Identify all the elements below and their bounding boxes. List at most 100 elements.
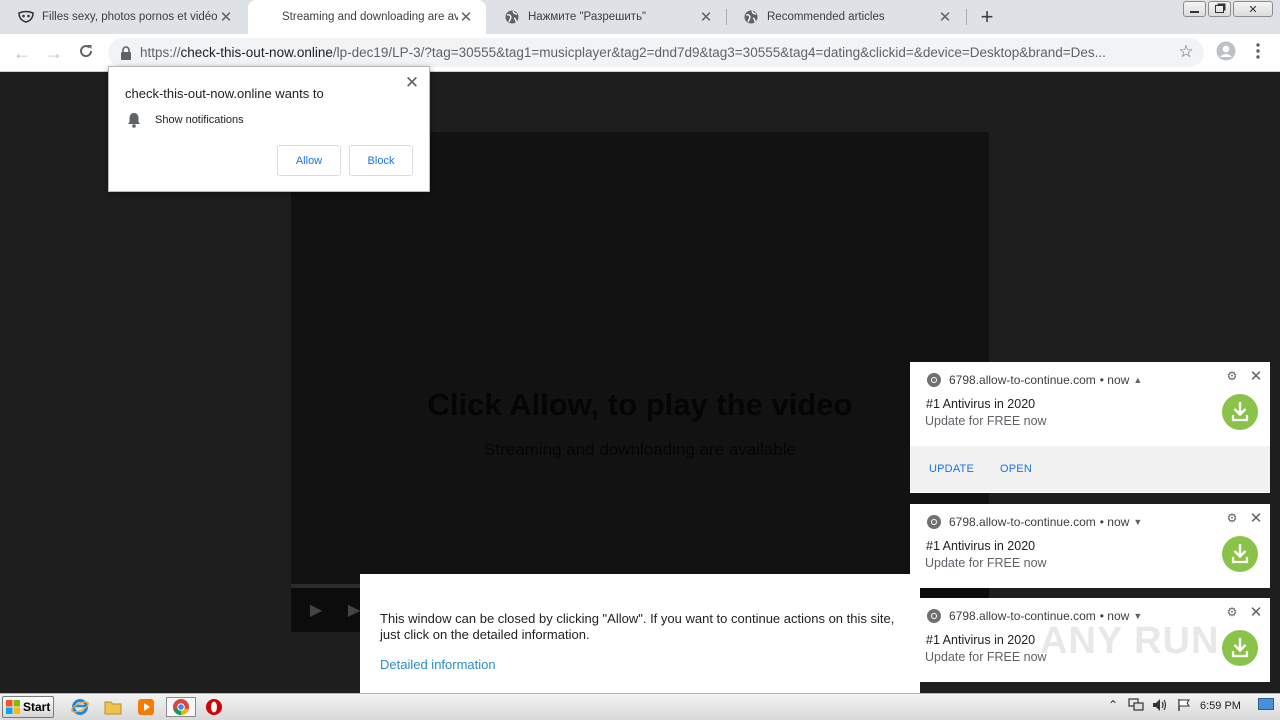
close-icon[interactable]: ✕: [937, 9, 953, 25]
action-center-flag-icon[interactable]: [1177, 698, 1191, 712]
taskbar-media-player[interactable]: [134, 697, 158, 717]
url-host: check-this-out-now.online: [180, 45, 333, 60]
gear-icon[interactable]: ⚙: [1225, 369, 1239, 383]
close-icon[interactable]: ✕: [1248, 604, 1264, 621]
profile-button[interactable]: [1214, 41, 1238, 65]
internet-explorer-icon: [71, 699, 89, 715]
close-icon: ✕: [404, 73, 420, 92]
media-player-icon: [138, 699, 154, 715]
start-button[interactable]: Start: [2, 696, 54, 718]
prompt-title: check-this-out-now.online wants to: [125, 86, 324, 101]
notification-body: Update for FREE now: [925, 650, 1047, 664]
arrow-left-icon: ←: [13, 42, 31, 63]
menu-button[interactable]: [1246, 41, 1270, 65]
gear-icon[interactable]: ⚙: [1225, 605, 1239, 619]
minimize-button[interactable]: [1183, 1, 1206, 17]
taskbar-chrome[interactable]: [166, 697, 196, 717]
bell-icon: [125, 111, 143, 129]
url-scheme: https://: [140, 45, 181, 60]
network-icon[interactable]: [1128, 698, 1144, 712]
allow-banner: This window can be closed by clicking "A…: [360, 574, 920, 694]
reload-button[interactable]: [74, 41, 98, 65]
tab-title: Filles sexy, photos pornos et vidéos: [42, 11, 218, 23]
close-icon[interactable]: ✕: [1248, 510, 1264, 527]
tab-razreshit[interactable]: Нажмите "Разрешить" ✕: [488, 0, 726, 34]
taskbar-internet-explorer[interactable]: [68, 697, 92, 717]
show-hidden-icons-chevron-icon[interactable]: ⌃: [1108, 698, 1118, 712]
restore-icon: [1215, 5, 1224, 13]
video-player[interactable]: Click Allow, to play the video Streaming…: [291, 132, 989, 632]
new-tab-button[interactable]: +: [975, 4, 999, 29]
tab-separator: [966, 9, 967, 25]
system-clock[interactable]: 6:59 PM: [1200, 700, 1241, 712]
player-headline: Click Allow, to play the video: [427, 387, 853, 422]
kebab-menu-icon: [1256, 42, 1260, 64]
close-icon[interactable]: ✕: [1248, 368, 1264, 385]
gear-icon[interactable]: ⚙: [1225, 511, 1239, 525]
download-icon: [1222, 536, 1258, 572]
back-button[interactable]: ←: [10, 41, 34, 65]
globe-icon: [504, 9, 520, 25]
chevron-down-icon[interactable]: ▼: [1133, 517, 1142, 527]
tab-title: Нажмите "Разрешить": [528, 11, 647, 23]
url-path: /lp-dec19/LP-3/?tag=30555&tag1=musicplay…: [332, 45, 1106, 60]
show-desktop-icon[interactable]: [1258, 698, 1274, 710]
mask-icon: [18, 9, 34, 25]
chrome-icon: [927, 373, 941, 387]
globe-icon: [743, 9, 759, 25]
taskbar-explorer[interactable]: [101, 697, 125, 717]
lock-icon[interactable]: [118, 45, 134, 61]
notification-card[interactable]: 6798.allow-to-continue.com • now ▲ ⚙ ✕ #…: [910, 362, 1270, 493]
watermark: ANY RUN: [1040, 620, 1220, 662]
notification-time: • now: [1099, 515, 1130, 529]
avatar-icon: [1216, 41, 1236, 66]
folder-icon: [104, 701, 122, 715]
open-button[interactable]: OPEN: [1000, 463, 1032, 475]
prompt-close-button[interactable]: ✕: [404, 73, 420, 92]
chrome-icon: [927, 609, 941, 623]
volume-icon[interactable]: [1152, 698, 1168, 712]
screen: Filles sexy, photos pornos et vidéos ✕ S…: [0, 0, 1280, 720]
tab-streaming[interactable]: Streaming and downloading are available …: [248, 0, 486, 34]
play-icon[interactable]: ▶: [306, 600, 326, 620]
plus-icon: +: [980, 4, 994, 29]
close-icon[interactable]: ✕: [218, 9, 234, 25]
reload-icon: [78, 43, 94, 64]
tab-strip: Filles sexy, photos pornos et vidéos ✕ S…: [0, 0, 1280, 34]
permission-label: Show notifications: [155, 114, 244, 126]
bookmark-star-icon[interactable]: ☆: [1176, 42, 1196, 62]
window-close-button[interactable]: ✕: [1233, 1, 1273, 17]
notification-source: 6798.allow-to-continue.com: [949, 373, 1096, 387]
tab-filles-sexy[interactable]: Filles sexy, photos pornos et vidéos ✕: [2, 0, 246, 34]
permission-item: Show notifications: [125, 111, 244, 129]
tab-title: Streaming and downloading are available: [282, 11, 458, 23]
close-icon[interactable]: ✕: [698, 9, 714, 25]
notification-title: #1 Antivirus in 2020: [926, 633, 1036, 647]
update-button[interactable]: UPDATE: [929, 463, 974, 475]
notification-source: 6798.allow-to-continue.com: [949, 515, 1096, 529]
taskbar-opera[interactable]: [202, 697, 226, 717]
forward-button[interactable]: →: [42, 41, 66, 65]
chrome-icon: [173, 699, 189, 716]
download-icon: [1222, 630, 1258, 666]
notification-header: 6798.allow-to-continue.com • now ▲: [926, 372, 1142, 388]
tab-recommended-articles[interactable]: Recommended articles ✕: [727, 0, 965, 34]
url-text[interactable]: https://check-this-out-now.online/lp-dec…: [140, 45, 1160, 60]
notification-actions: UPDATE OPEN: [910, 446, 1270, 492]
banner-text: This window can be closed by clicking "A…: [380, 611, 895, 642]
notification-card[interactable]: 6798.allow-to-continue.com • now ▼ ⚙ ✕ #…: [910, 504, 1270, 588]
chevron-up-icon[interactable]: ▲: [1133, 375, 1142, 385]
notification-body: Update for FREE now: [925, 556, 1047, 570]
allow-button[interactable]: Allow: [277, 145, 341, 176]
windows-logo-icon: [6, 700, 20, 714]
detailed-information-link[interactable]: Detailed information: [380, 657, 496, 672]
tab-title: Recommended articles: [767, 11, 885, 23]
restore-button[interactable]: [1208, 1, 1231, 17]
close-icon[interactable]: ✕: [458, 9, 474, 25]
notification-header: 6798.allow-to-continue.com • now ▼: [926, 514, 1142, 530]
chrome-icon: [927, 515, 941, 529]
notification-title: #1 Antivirus in 2020: [926, 539, 1036, 553]
address-bar[interactable]: https://check-this-out-now.online/lp-dec…: [108, 38, 1204, 67]
block-button[interactable]: Block: [349, 145, 413, 176]
minimize-icon: [1190, 10, 1199, 13]
